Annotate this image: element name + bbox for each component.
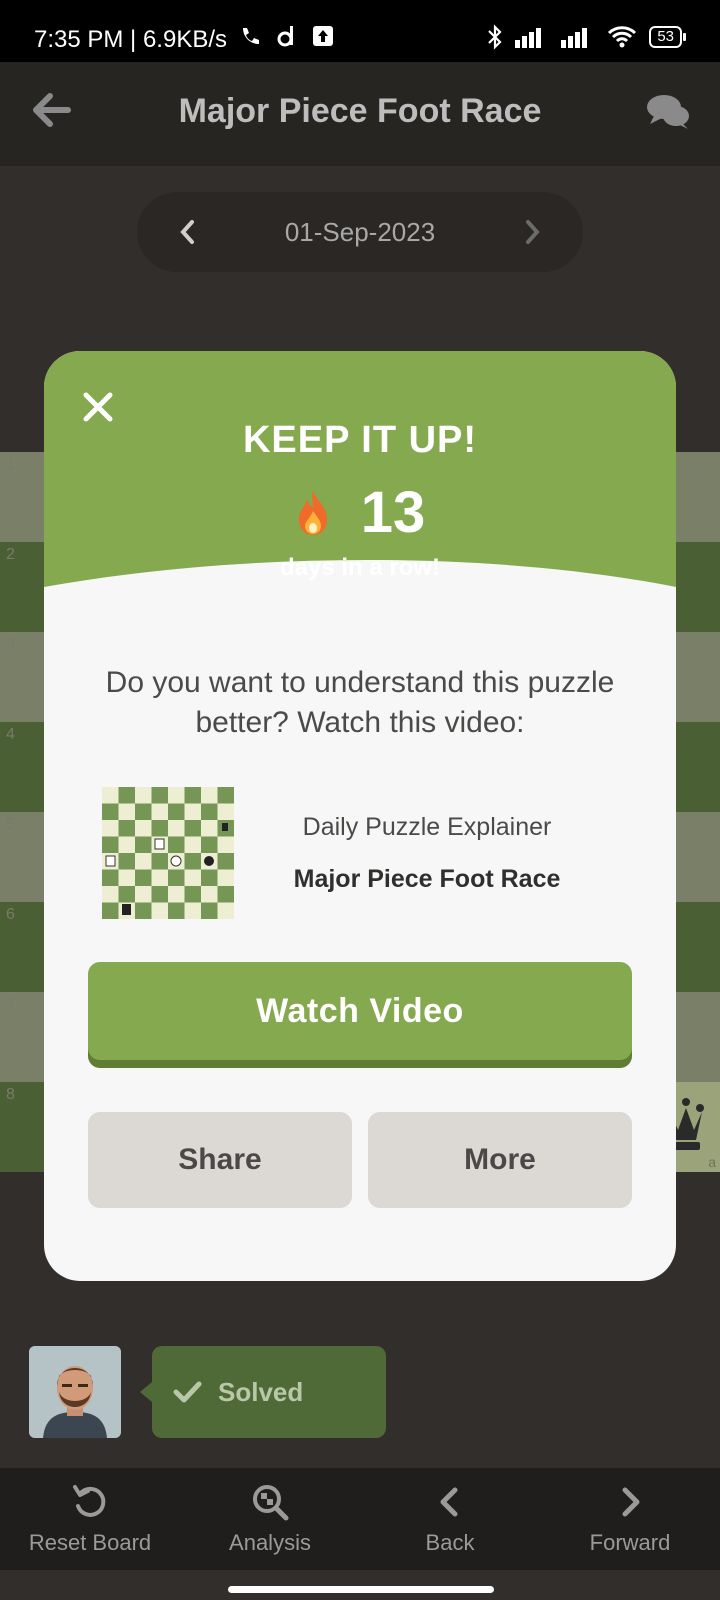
signal-icon-2 [561, 28, 588, 48]
status-notification-icons [238, 24, 334, 48]
upload-icon [313, 26, 333, 46]
app-header: Major Piece Foot Race [0, 62, 720, 166]
solved-feedback: Solved [140, 1346, 386, 1438]
rank-label: 1 [6, 456, 15, 473]
call-forward-icon [243, 28, 259, 44]
date-selector: 01-Sep-2023 [137, 192, 583, 272]
reset-icon [73, 1485, 106, 1517]
nav-analysis[interactable]: Analysis [180, 1468, 360, 1570]
solved-label: Solved [218, 1377, 304, 1407]
home-indicator[interactable] [228, 1586, 494, 1593]
streak-modal: KEEP IT UP! 13 days in a row! Do you wan… [44, 351, 676, 1281]
status-system-icons: 53 [487, 24, 686, 50]
streak-count: 13 [360, 480, 426, 546]
check-icon [172, 1346, 202, 1475]
nav-label: Forward [589, 1530, 671, 1555]
nav-back[interactable]: Back [360, 1468, 540, 1570]
file-label: a [708, 1154, 716, 1170]
wifi-icon [608, 26, 637, 48]
app-d-icon [277, 26, 293, 47]
status-time: 7:35 PM | 6.9KB/s [34, 26, 227, 53]
next-date-button[interactable] [523, 192, 543, 303]
share-button[interactable]: Share [88, 1112, 352, 1208]
chevron-left-icon [440, 1487, 458, 1517]
current-date: 01-Sep-2023 [284, 217, 436, 247]
more-button[interactable]: More [368, 1112, 632, 1208]
watch-video-button[interactable]: Watch Video [88, 962, 632, 1060]
rank-label: 3 [6, 636, 15, 653]
rank-label: 7 [6, 996, 15, 1013]
modal-question: Do you want to understand this puzzle be… [105, 666, 615, 739]
rank-label: 6 [6, 906, 15, 923]
rank-label: 8 [6, 1086, 15, 1103]
chat-icon[interactable] [646, 92, 690, 132]
nav-label: Reset Board [28, 1530, 152, 1555]
status-bar: 7:35 PM | 6.9KB/s 53 [0, 0, 720, 62]
rank-label: 4 [6, 726, 15, 743]
page-title: Major Piece Foot Race [178, 92, 542, 130]
battery-indicator: 53 [649, 26, 686, 48]
screen: 7:35 PM | 6.9KB/s 53 Major Piece Foot Ra… [0, 0, 720, 1600]
chevron-right-icon [622, 1487, 640, 1517]
coach-avatar-icon [29, 1346, 121, 1438]
puzzle-thumbnail[interactable] [102, 787, 234, 919]
streak-caption: days in a row! [279, 554, 441, 581]
prev-date-button[interactable] [177, 192, 197, 303]
nav-forward[interactable]: Forward [540, 1468, 720, 1570]
chevron-left-icon [180, 220, 194, 244]
video-title: Major Piece Foot Race [293, 865, 561, 893]
rank-label: 5 [6, 816, 15, 833]
chevron-right-icon [526, 220, 540, 244]
video-kicker: Daily Puzzle Explainer [302, 813, 552, 841]
rank-label: 2 [6, 546, 15, 563]
nav-label: Back [425, 1530, 475, 1555]
analysis-icon [253, 1485, 289, 1521]
nav-reset-board[interactable]: Reset Board [0, 1468, 180, 1570]
bluetooth-icon [488, 24, 502, 50]
flame-icon [298, 490, 327, 535]
signal-icon-1 [515, 28, 542, 48]
nav-label: Analysis [229, 1530, 311, 1555]
streak-counter: 13 [44, 475, 676, 546]
avatar [29, 1346, 121, 1438]
modal-headline: KEEP IT UP! [242, 419, 478, 461]
bottom-nav: Reset Board Analysis Back Forward [0, 1468, 720, 1570]
